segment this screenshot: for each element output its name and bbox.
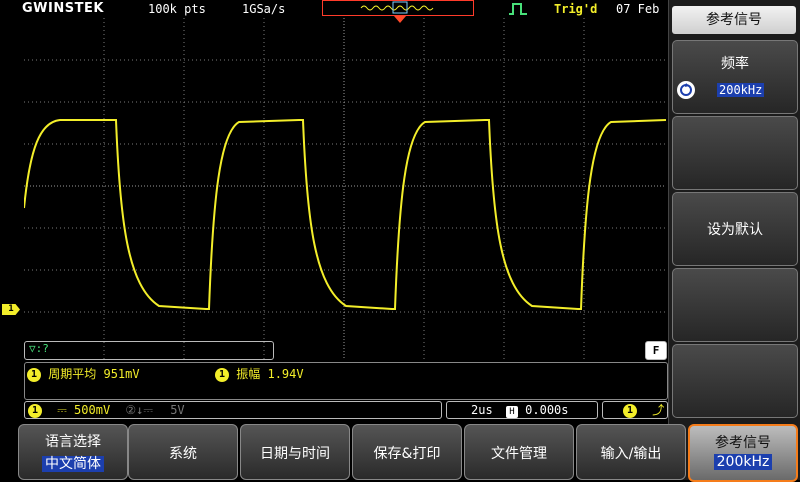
system-label: 系统	[169, 446, 197, 462]
waveform-display[interactable]	[24, 18, 666, 360]
ch1-ground-marker: 1	[2, 304, 20, 315]
io-button[interactable]: 输入/输出	[576, 424, 686, 480]
brand-logo: GWINSTEK	[22, 1, 104, 16]
sample-rate: 1GSa/s	[242, 2, 286, 16]
measurement-panel: 1 周期平均 951mV 1 振幅 1.94V	[24, 362, 668, 400]
ch2-badge-icon: ②↓⎓	[125, 403, 153, 417]
measurement-2: 1 振幅 1.94V	[215, 365, 304, 382]
timebase-box: 2us H 0.000s	[446, 401, 598, 419]
f-indicator: F	[645, 341, 667, 360]
language-button[interactable]: 语言选择 中文简体	[18, 424, 128, 480]
top-status-bar: GWINSTEK 100k pts 1GSa/s Trig'd 07 Feb	[0, 0, 668, 23]
ch1-trace	[24, 119, 666, 310]
measurement-2-label: 振幅	[236, 367, 261, 381]
vertical-scale-box: 1 ⎓ 500mV ②↓⎓ 5V	[24, 401, 442, 419]
channel-status-bar: 1 ⎓ 500mV ②↓⎓ 5V 2us H 0.000s 1 ⤴	[24, 401, 668, 419]
measurement-2-value: 1.94V	[267, 367, 304, 381]
variable-knob-icon	[677, 81, 695, 99]
set-default-button[interactable]: 设为默认	[672, 192, 798, 266]
set-default-label: 设为默认	[707, 222, 763, 238]
side-menu-title: 参考信号	[672, 6, 796, 34]
rising-edge-icon: ⤴	[652, 403, 665, 417]
timebase: 2us	[471, 403, 493, 417]
ch2-scale: 5V	[170, 403, 185, 417]
io-label: 输入/输出	[600, 446, 662, 462]
save-print-label: 保存&打印	[373, 446, 441, 462]
side-button-empty-2[interactable]	[672, 116, 798, 190]
frequency-button[interactable]: 频率 200kHz	[672, 40, 798, 114]
save-print-button[interactable]: 保存&打印	[352, 424, 462, 480]
datetime-button[interactable]: 日期与时间	[240, 424, 350, 480]
system-button[interactable]: 系统	[128, 424, 238, 480]
side-button-empty-5[interactable]	[672, 344, 798, 418]
record-length: 100k pts	[148, 2, 206, 16]
trigger-status: Trig'd	[554, 2, 598, 16]
trigger-hint-box: ▽:?	[24, 341, 274, 360]
language-value: 中文简体	[42, 456, 104, 472]
frequency-label: 频率	[721, 56, 749, 72]
h-position-icon: H	[505, 406, 518, 418]
side-button-empty-4[interactable]	[672, 268, 798, 342]
measurement-1-value: 951mV	[103, 367, 140, 381]
hint-text: ▽:?	[29, 342, 49, 355]
trigger-source-box: 1 ⤴	[602, 401, 668, 419]
trigger-pulse-icon	[509, 3, 527, 15]
frequency-value: 200kHz	[717, 83, 765, 97]
memory-overview-wave-icon	[360, 1, 434, 14]
h-position: 0.000s	[525, 403, 569, 417]
dc-coupling-icon: ⎓	[57, 403, 67, 417]
ch1-badge-icon: 1	[623, 403, 637, 418]
language-label: 语言选择	[45, 434, 101, 450]
memory-position-bar	[322, 0, 474, 16]
ref-signal-button[interactable]: 参考信号 200kHz	[688, 424, 798, 482]
ch1-badge-icon: 1	[27, 367, 41, 382]
file-manager-label: 文件管理	[491, 446, 547, 462]
ch1-scale: 500mV	[74, 403, 111, 417]
datetime-label: 日期与时间	[260, 446, 330, 462]
ch1-badge-icon: 1	[28, 403, 42, 418]
ref-signal-value: 200kHz	[713, 454, 773, 470]
ref-signal-label: 参考信号	[715, 435, 771, 451]
date-display: 07 Feb	[616, 2, 660, 16]
measurement-1: 1 周期平均 951mV	[27, 365, 140, 382]
ch1-badge-icon: 1	[215, 367, 229, 382]
file-manager-button[interactable]: 文件管理	[464, 424, 574, 480]
measurement-1-label: 周期平均	[48, 367, 97, 381]
